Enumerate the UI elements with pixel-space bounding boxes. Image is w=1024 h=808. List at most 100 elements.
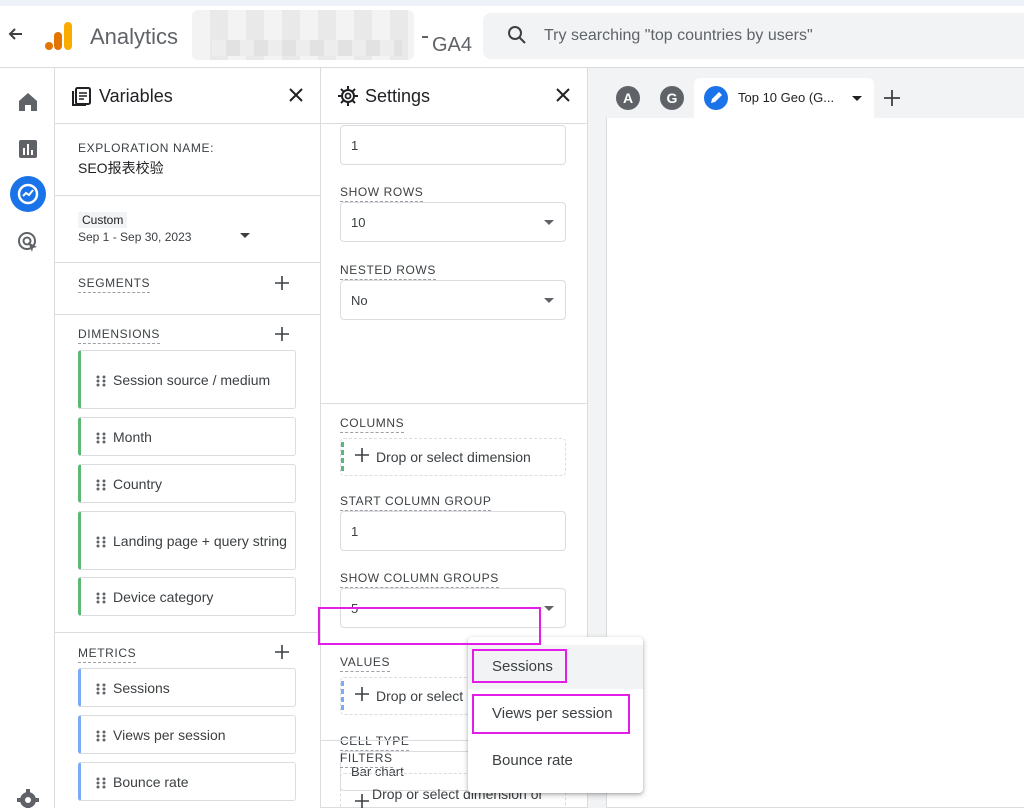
edit-pencil-icon (704, 86, 728, 110)
metric-chip[interactable]: Views per session (78, 715, 296, 754)
variables-title: Variables (99, 86, 173, 106)
add-segment-icon[interactable] (274, 275, 290, 291)
start-column-group-field[interactable]: 1 (340, 511, 566, 551)
drag-handle-icon[interactable] (96, 776, 106, 788)
gear-icon (337, 85, 359, 107)
chevron-down-icon (544, 220, 554, 225)
variables-header: Variables (55, 68, 320, 124)
metrics-section: METRICS Sessions Views per session Bounc… (55, 633, 320, 808)
left-nav-rail (0, 68, 55, 808)
chevron-down-icon[interactable] (240, 233, 250, 238)
filters-label: FILTERS (340, 751, 393, 768)
close-icon[interactable] (553, 85, 573, 105)
search-bar[interactable]: Try searching "top countries by users" (483, 13, 1024, 59)
dimension-chip-label: Session source / medium (113, 371, 271, 388)
add-tab-icon[interactable] (882, 88, 902, 108)
drop-indicator (341, 442, 344, 474)
start-column-group-value: 1 (351, 524, 359, 539)
metric-chip[interactable]: Sessions (78, 668, 296, 707)
drag-handle-icon[interactable] (96, 729, 106, 741)
explore-icon[interactable] (10, 176, 46, 212)
tab-name: Top 10 Geo (G... (738, 90, 835, 105)
advertising-icon[interactable] (14, 228, 42, 256)
date-badge: Custom (78, 212, 128, 228)
dimension-chip[interactable]: Session source / medium (78, 350, 296, 409)
dimension-chip-label: Country (113, 475, 163, 492)
drag-handle-icon[interactable] (96, 682, 106, 694)
start-row-field[interactable]: 1 (340, 125, 566, 165)
segments-section: SEGMENTS (55, 263, 320, 315)
show-rows-label: SHOW ROWS (340, 185, 424, 202)
columns-label: COLUMNS (340, 416, 405, 433)
drag-handle-icon[interactable] (96, 431, 106, 443)
add-dimension-icon[interactable] (274, 326, 290, 342)
dimension-chip-label: Landing page + query string (113, 532, 287, 549)
menu-item-bounce-rate[interactable]: Bounce rate (468, 739, 643, 783)
plus-icon (355, 687, 369, 701)
close-icon[interactable] (286, 85, 306, 105)
menu-item-label: Bounce rate (492, 752, 573, 769)
dimension-chip[interactable]: Device category (78, 577, 296, 616)
dimension-chip[interactable]: Country (78, 464, 296, 503)
dimensions-label: DIMENSIONS (78, 327, 161, 344)
reports-icon[interactable] (14, 135, 42, 163)
metric-chip[interactable]: Bounce rate (78, 762, 296, 801)
drop-dimension-target[interactable]: Drop or select dimension (340, 438, 566, 476)
tab-active[interactable]: Top 10 Geo (G... (694, 78, 874, 118)
drag-handle-icon[interactable] (96, 535, 106, 547)
metric-chip-label: Sessions (113, 679, 170, 696)
settings-header: Settings (321, 68, 587, 124)
show-rows-value: 10 (351, 215, 366, 230)
plus-icon (355, 448, 369, 462)
property-name[interactable]: GA4 (432, 34, 472, 57)
exploration-name-section: EXPLORATION NAME: SEO报表校验 (55, 124, 320, 196)
rows-section: 1 SHOW ROWS 10 NESTED ROWS No (321, 124, 587, 404)
date-range: Sep 1 - Sep 30, 2023 (78, 230, 192, 244)
segments-label: SEGMENTS (78, 276, 151, 293)
redacted-account-name (192, 10, 414, 60)
settings-icon[interactable] (14, 786, 42, 808)
variables-panel: Variables EXPLORATION NAME: SEO报表校验 Cust… (55, 68, 321, 808)
dimension-chip[interactable]: Month (78, 417, 296, 456)
nested-rows-value: No (351, 293, 368, 308)
app-name: Analytics (90, 24, 179, 49)
start-row-value: 1 (351, 138, 359, 153)
highlight-sessions (472, 649, 567, 683)
exploration-name[interactable]: SEO报表校验 (78, 158, 164, 178)
top-app-bar: Analytics GA4 Try searching "top countri… (0, 0, 1024, 68)
variables-icon (71, 85, 93, 107)
start-column-group-label: START COLUMN GROUP (340, 494, 492, 511)
exploration-canvas: A G Top 10 Geo (G... (588, 68, 1024, 808)
exploration-name-label: EXPLORATION NAME: (78, 141, 215, 155)
search-placeholder: Try searching "top countries by users" (544, 27, 813, 44)
chevron-down-icon (544, 606, 554, 611)
nested-rows-select[interactable]: No (340, 280, 566, 320)
dimension-chip-label: Month (113, 428, 152, 445)
dimension-chip-label: Device category (113, 588, 214, 605)
avatar[interactable]: A (616, 86, 640, 110)
plus-icon (355, 794, 369, 808)
drop-indicator (341, 681, 344, 713)
show-rows-select[interactable]: 10 (340, 202, 566, 242)
values-label: VALUES (340, 655, 391, 672)
drag-handle-icon[interactable] (96, 478, 106, 490)
drag-handle-icon[interactable] (96, 591, 106, 603)
tab-bar: A G Top 10 Geo (G... (606, 78, 1024, 118)
back-arrow-icon[interactable] (6, 24, 26, 44)
settings-title: Settings (365, 86, 431, 106)
show-column-groups-label: SHOW COLUMN GROUPS (340, 571, 499, 588)
add-metric-icon[interactable] (274, 644, 290, 660)
date-range-section[interactable]: Custom Sep 1 - Sep 30, 2023 (55, 196, 320, 263)
browser-strip (0, 0, 1024, 6)
dimensions-section: DIMENSIONS Session source / medium Month… (55, 315, 320, 633)
home-icon[interactable] (14, 88, 42, 116)
dimension-chip[interactable]: Landing page + query string (78, 511, 296, 570)
avatar[interactable]: G (660, 86, 684, 110)
chevron-down-icon[interactable] (852, 96, 862, 101)
highlight-drop-metric (318, 607, 541, 645)
metric-chip-label: Bounce rate (113, 773, 189, 790)
metrics-label: METRICS (78, 646, 137, 663)
property-separator (422, 36, 428, 38)
drag-handle-icon[interactable] (96, 374, 106, 386)
metric-chip-label: Views per session (113, 726, 226, 743)
